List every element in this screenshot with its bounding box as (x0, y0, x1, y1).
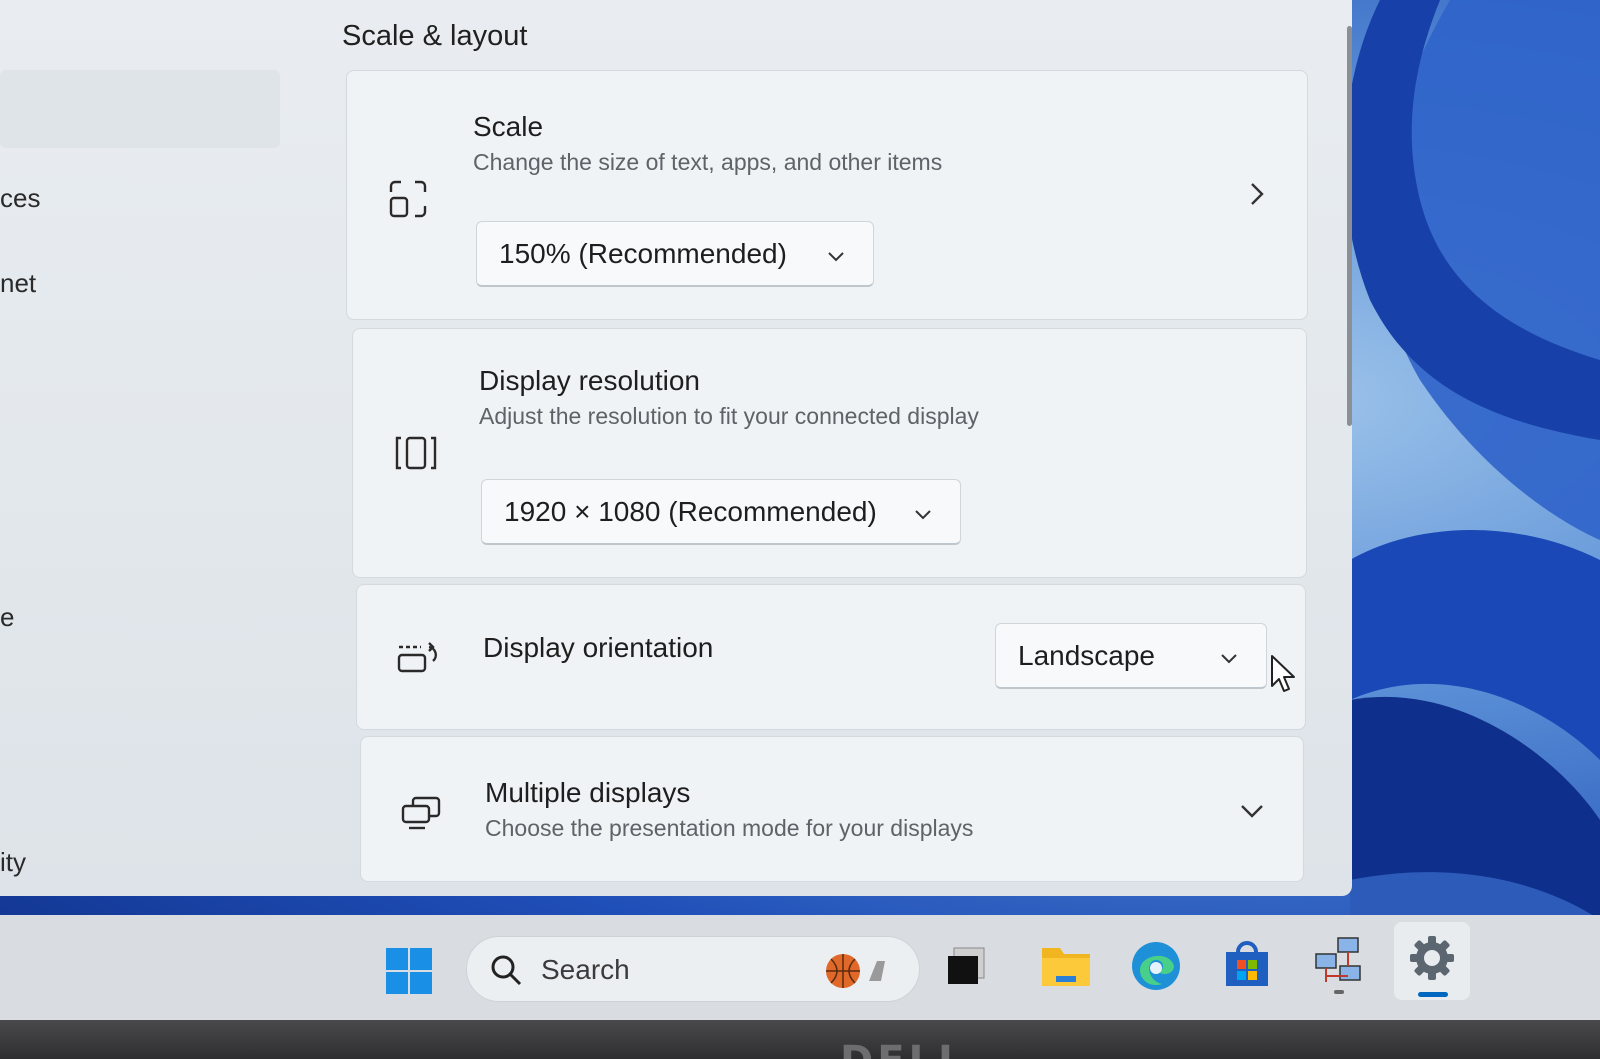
resolution-description: Adjust the resolution to fit your connec… (479, 403, 979, 429)
settings-gear-icon (1408, 934, 1456, 987)
settings-sidebar: ces net e ity (0, 0, 300, 896)
dell-logo: DELL (840, 1038, 968, 1059)
scale-card[interactable]: Scale Change the size of text, apps, and… (346, 70, 1308, 320)
resolution-card: Display resolution Adjust the resolution… (352, 328, 1307, 578)
network-app-icon[interactable] (1312, 936, 1366, 1001)
laptop-bezel: DELL (0, 1020, 1600, 1059)
active-indicator (1418, 992, 1448, 997)
multiple-displays-description: Choose the presentation mode for your di… (485, 815, 974, 841)
multiple-displays-title: Multiple displays (485, 777, 691, 808)
file-explorer-icon[interactable] (1040, 942, 1092, 993)
taskbar-search[interactable]: Search (466, 936, 920, 1002)
sidebar-item-network[interactable]: net (0, 268, 36, 299)
windows-start-icon[interactable] (384, 946, 434, 1001)
scale-dropdown[interactable]: 150% (Recommended) (476, 221, 874, 287)
resolution-dropdown-value: 1920 × 1080 (Recommended) (504, 495, 877, 527)
task-view-icon[interactable] (946, 946, 986, 991)
orientation-title: Display orientation (483, 632, 714, 663)
mouse-pointer-icon (1270, 654, 1300, 699)
scrollbar[interactable] (1347, 26, 1352, 426)
scale-dropdown-value: 150% (Recommended) (499, 237, 787, 269)
chevron-down-icon (914, 496, 932, 528)
orientation-dropdown[interactable]: Landscape (995, 623, 1267, 689)
chevron-down-icon (1220, 640, 1238, 672)
scale-title: Scale (473, 111, 544, 142)
scale-icon (387, 178, 429, 225)
resolution-icon (393, 434, 439, 477)
settings-taskbar-button[interactable] (1394, 922, 1470, 1000)
section-title: Scale & layout (342, 20, 528, 52)
store-icon[interactable] (1222, 940, 1272, 995)
sidebar-selected-item[interactable] (0, 70, 280, 148)
multiple-displays-icon (399, 794, 443, 835)
basketball-icon[interactable] (825, 951, 891, 996)
chevron-down-icon (827, 238, 845, 270)
resolution-dropdown[interactable]: 1920 × 1080 (Recommended) (481, 479, 961, 545)
multiple-displays-card[interactable]: Multiple displays Choose the presentatio… (360, 736, 1304, 882)
scale-description: Change the size of text, apps, and other… (473, 149, 943, 175)
orientation-card: Display orientation Landscape (356, 584, 1306, 730)
rotate-screen-icon (395, 639, 441, 680)
sidebar-item-time-language[interactable]: e (0, 602, 14, 633)
edge-icon[interactable] (1130, 940, 1182, 997)
chevron-right-icon[interactable] (1249, 181, 1265, 212)
chevron-down-icon[interactable] (1239, 803, 1265, 824)
sidebar-item-devices[interactable]: ces (0, 183, 40, 214)
sidebar-item-accessibility[interactable]: ity (0, 847, 26, 878)
search-label: Search (541, 954, 630, 985)
settings-window: ces net e ity Scale & layout Scale Chang… (0, 0, 1352, 896)
search-icon (489, 953, 523, 992)
orientation-dropdown-value: Landscape (1018, 639, 1156, 671)
resolution-title: Display resolution (479, 365, 700, 396)
